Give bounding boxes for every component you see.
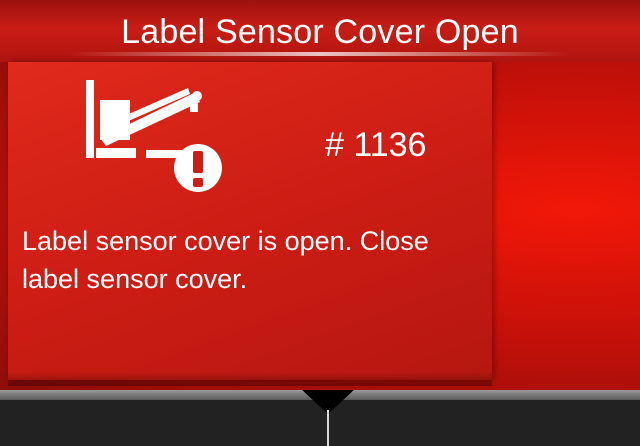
title-sheen (70, 52, 570, 56)
label-sensor-cover-open-warning-icon (80, 80, 230, 200)
printer-display-screen: Label Sensor Cover Open # 1136 Label sen… (0, 0, 640, 446)
error-message: Label sensor cover is open. Close label … (22, 226, 429, 294)
footer-divider (327, 410, 329, 446)
footer-bar (0, 390, 640, 446)
error-code: # 1136 (325, 126, 427, 164)
title-bar: Label Sensor Cover Open (0, 0, 640, 62)
page-title: Label Sensor Cover Open (121, 13, 519, 51)
panel-shadow (8, 372, 492, 386)
